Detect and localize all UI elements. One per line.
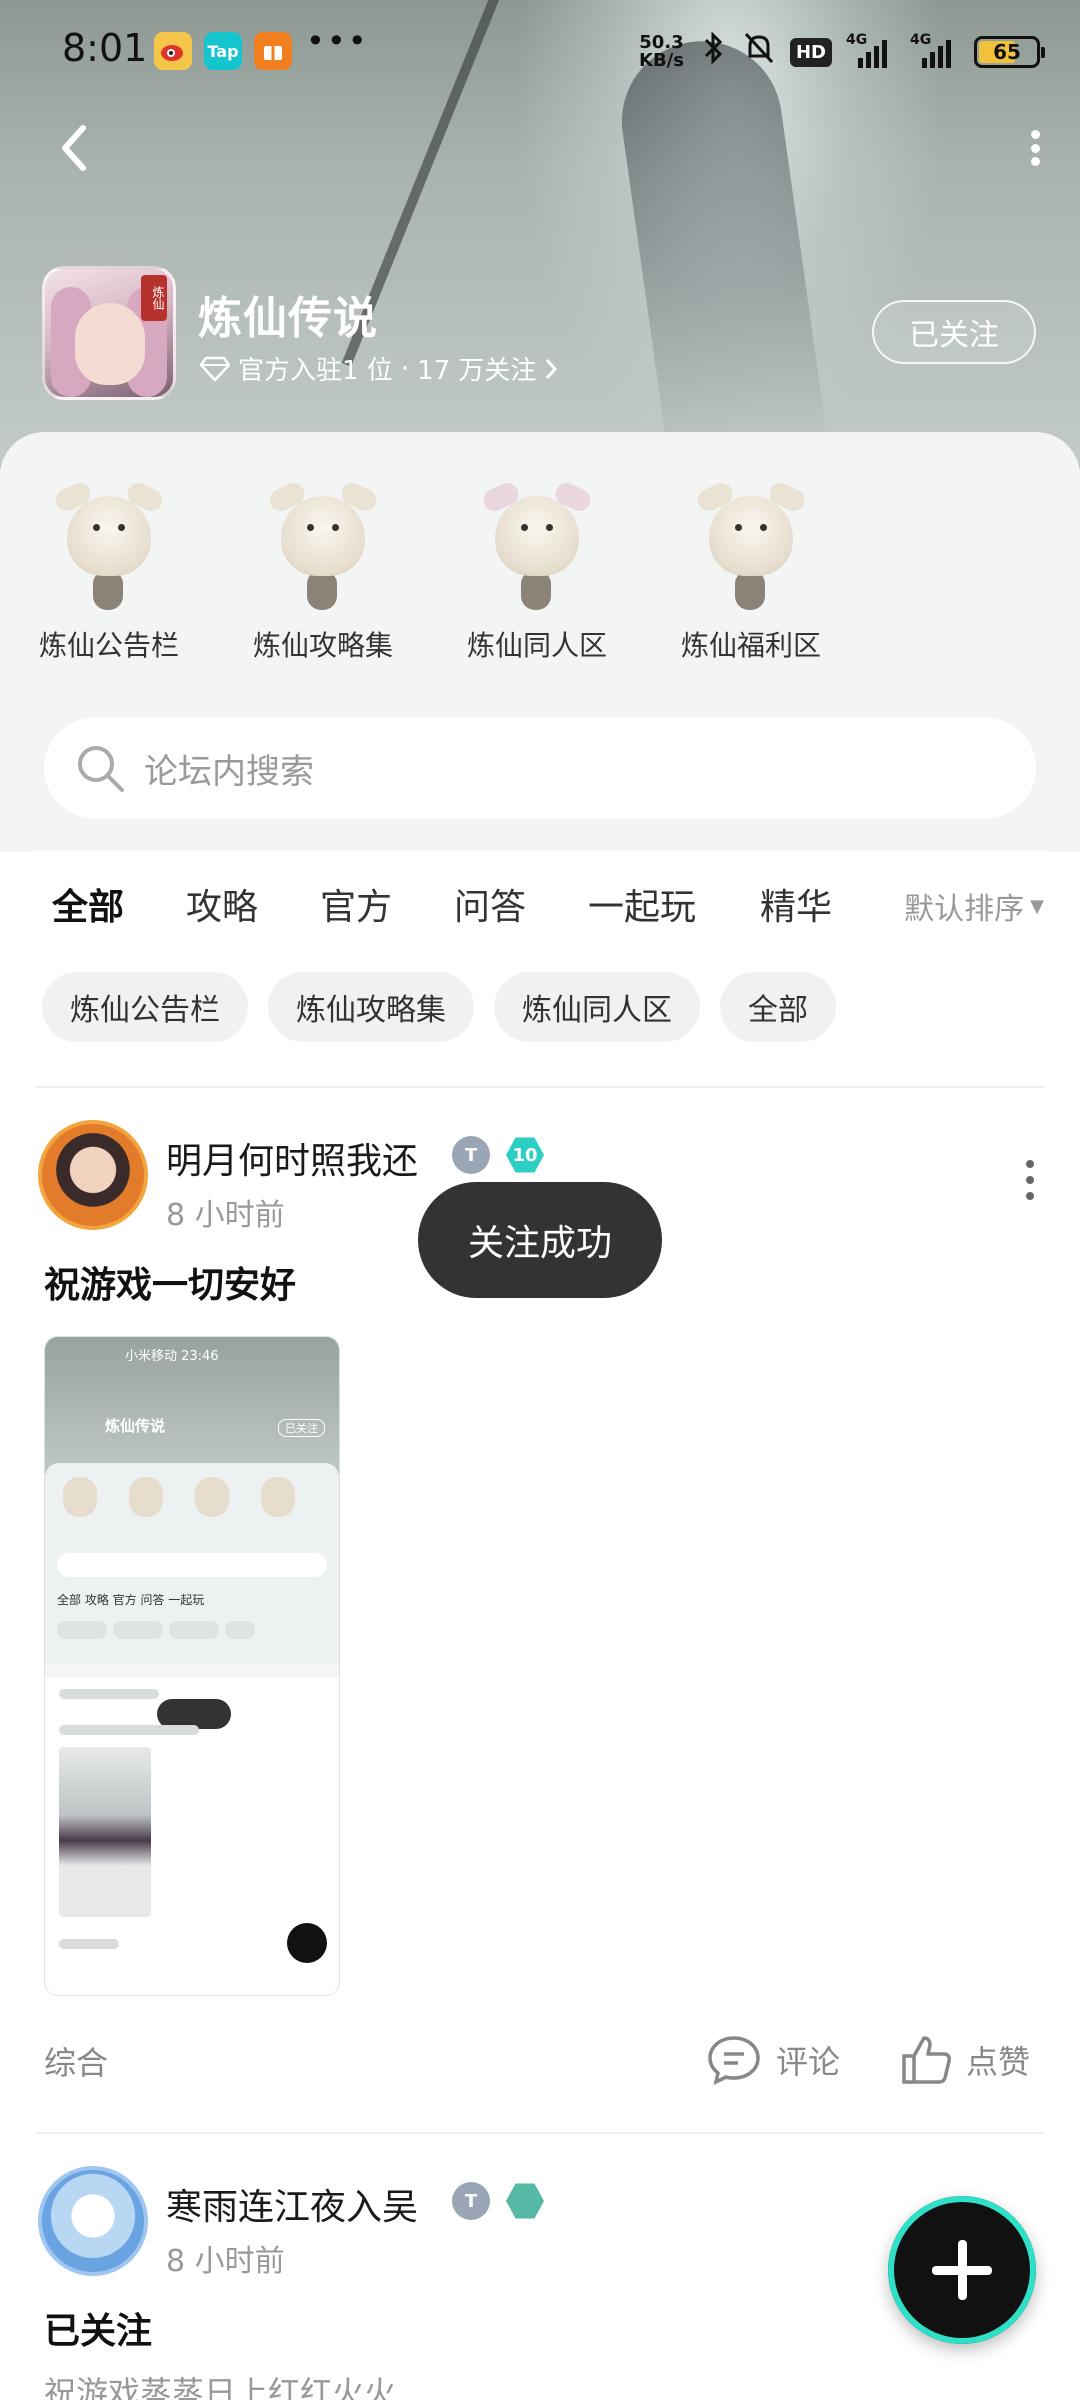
section-label: 炼仙攻略集 xyxy=(252,629,393,662)
plus-icon xyxy=(932,2240,992,2300)
sort-dropdown[interactable]: 默认排序 ▼ xyxy=(904,884,1044,928)
game-icon-badge: 炼仙 xyxy=(141,275,167,321)
game-meta[interactable]: 官方入驻1 位 · 17 万关注 xyxy=(200,350,558,387)
chip-fanart[interactable]: 炼仙同人区 xyxy=(494,972,700,1042)
thumb-panel: 全部 攻略 官方 问答 一起玩 xyxy=(45,1463,339,1663)
section-fanart[interactable]: 炼仙同人区 xyxy=(442,454,632,664)
mascot-guide-icon xyxy=(263,462,383,612)
diamond-icon xyxy=(200,356,230,382)
avatar[interactable] xyxy=(38,1120,148,1230)
post-image[interactable]: 小米移动 23:46 炼仙传说 已关注 全部 攻略 官方 问答 一起玩 xyxy=(44,1336,340,1996)
game-icon[interactable]: 炼仙 xyxy=(42,266,176,400)
caret-down-icon: ▼ xyxy=(1030,895,1044,917)
chevron-right-icon xyxy=(546,358,558,379)
section-welfare[interactable]: 炼仙福利区 xyxy=(656,454,846,664)
section-label: 炼仙公告栏 xyxy=(38,629,179,662)
sort-label: 默认排序 xyxy=(904,892,1025,927)
tab-all[interactable]: 全部 xyxy=(52,878,124,936)
signal-icon-1: 4G xyxy=(846,32,896,68)
rank-badge-icon: T xyxy=(452,1136,490,1174)
weibo-icon xyxy=(154,32,192,70)
thumb-title: 炼仙传说 xyxy=(105,1417,166,1435)
create-post-button[interactable] xyxy=(888,2196,1036,2344)
net-speed-unit: KB/s xyxy=(639,50,684,71)
tab-official[interactable]: 官方 xyxy=(320,878,392,930)
post-footer: 综合 评论 点赞 xyxy=(0,2030,1080,2090)
thumb-status: 小米移动 23:46 xyxy=(125,1349,219,1364)
section-label: 炼仙福利区 xyxy=(680,629,821,662)
section-label: 炼仙同人区 xyxy=(466,629,607,662)
status-right-group: 50.3 KB/s HD 4G 4G 65 xyxy=(639,30,1045,74)
post-author[interactable]: 明月何时照我还 xyxy=(166,1132,418,1184)
mascot-welfare-icon xyxy=(691,462,811,612)
mascot-fanart-icon xyxy=(477,462,597,612)
chip-all[interactable]: 全部 xyxy=(720,972,836,1042)
thumbs-up-icon xyxy=(902,2036,951,2084)
section-bulletin[interactable]: 炼仙公告栏 xyxy=(14,454,204,664)
tab-qa[interactable]: 问答 xyxy=(454,878,526,930)
signal-label-2: 4G xyxy=(910,32,932,48)
chip-guide[interactable]: 炼仙攻略集 xyxy=(268,972,474,1042)
hd-icon: HD xyxy=(789,37,832,67)
divider xyxy=(36,1086,1044,1088)
post-time: 8 小时前 xyxy=(166,1198,285,1233)
avatar[interactable] xyxy=(38,2166,148,2276)
post-time: 8 小时前 xyxy=(166,2244,285,2279)
official-count: 官方入驻1 位 xyxy=(238,356,393,386)
thumb-body xyxy=(45,1677,339,1995)
rank-badge-icon: T xyxy=(452,2182,490,2220)
section-guide[interactable]: 炼仙攻略集 xyxy=(228,454,418,664)
filter-chips: 炼仙公告栏 炼仙攻略集 炼仙同人区 全部 xyxy=(42,972,836,1042)
forum-search-input[interactable]: 论坛内搜索 xyxy=(44,718,1036,818)
post-title[interactable]: 祝游戏一切安好 xyxy=(44,1256,296,1308)
bluetooth-icon xyxy=(698,30,728,74)
comment-icon xyxy=(708,2036,760,2086)
search-placeholder: 论坛内搜索 xyxy=(144,751,314,792)
post-title[interactable]: 已关注 xyxy=(44,2302,152,2354)
like-button[interactable]: 点赞 xyxy=(900,2030,1030,2090)
forum-sections: 炼仙公告栏 炼仙攻略集 炼仙同人区 炼仙福利区 xyxy=(0,454,1080,684)
post-category-tag[interactable]: 综合 xyxy=(44,2038,108,2084)
thumb-follow: 已关注 xyxy=(278,1419,325,1437)
battery-level: 65 xyxy=(993,40,1021,64)
tab-featured[interactable]: 精华 xyxy=(760,878,832,930)
status-bar: 8:01 Tap ••• 50.3 KB/s HD 4G 4G 65 xyxy=(0,0,1080,104)
back-button[interactable] xyxy=(52,118,96,178)
thumb-hero: 小米移动 23:46 炼仙传说 已关注 xyxy=(45,1337,339,1477)
net-speed: 50.3 KB/s xyxy=(639,34,684,70)
search-icon xyxy=(78,746,124,792)
mascot-bulletin-icon xyxy=(49,462,169,612)
post-author[interactable]: 寒雨连江夜入吴 xyxy=(166,2178,418,2230)
status-more-icon: ••• xyxy=(306,22,369,60)
follow-button[interactable]: 已关注 xyxy=(872,300,1036,364)
signal-label-1: 4G xyxy=(846,32,868,48)
game-title: 炼仙传说 xyxy=(198,293,378,344)
post-more-button[interactable] xyxy=(1024,1160,1036,1200)
followers-count: 17 万关注 xyxy=(417,356,537,386)
taptap-label: Tap xyxy=(207,41,239,61)
chevron-left-icon xyxy=(62,125,86,171)
tab-guides[interactable]: 攻略 xyxy=(186,878,258,930)
battery-icon: 65 xyxy=(974,36,1045,68)
status-time: 8:01 xyxy=(62,26,148,70)
signal-icon-2: 4G xyxy=(910,32,960,68)
divider xyxy=(36,2132,1044,2134)
more-options-button[interactable] xyxy=(1020,124,1050,172)
toast-message: 关注成功 xyxy=(418,1182,662,1298)
thumb-tabs: 全部 攻略 官方 问答 一起玩 xyxy=(57,1593,205,1607)
gift-app-icon xyxy=(254,32,292,70)
comment-button[interactable]: 评论 xyxy=(706,2030,840,2090)
chip-bulletin[interactable]: 炼仙公告栏 xyxy=(42,972,248,1042)
comment-label: 评论 xyxy=(776,2043,841,2081)
meta-separator: · xyxy=(400,353,410,384)
mute-bell-icon xyxy=(742,30,776,74)
like-label: 点赞 xyxy=(966,2043,1031,2081)
tab-play-together[interactable]: 一起玩 xyxy=(588,878,696,930)
post-excerpt[interactable]: 祝游戏蒸蒸日上红红火火 xyxy=(44,2368,396,2400)
taptap-icon: Tap xyxy=(204,32,242,70)
